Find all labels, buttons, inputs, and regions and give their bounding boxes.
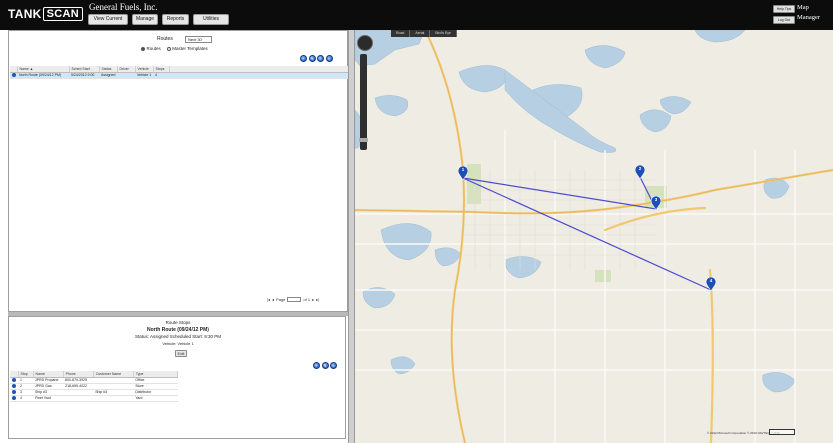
map-tab-road[interactable]: Road	[391, 30, 411, 37]
add-route-icon[interactable]: +	[300, 55, 307, 62]
nav-view-current-button[interactable]: View Current	[88, 14, 128, 25]
add-stop-icon[interactable]: +	[313, 362, 320, 369]
page-number-input[interactable]	[287, 297, 302, 302]
map-tab-birds-eye[interactable]: Bird's Eye	[430, 30, 457, 37]
stop-marker-icon	[12, 378, 16, 383]
map-pin-2[interactable]: 2	[635, 165, 645, 179]
map-scale-bar	[769, 429, 795, 435]
logo-text-tank: TANK	[8, 7, 42, 21]
map-view[interactable]: Road Aerial Bird's Eye 1 2 3 4 © 2012 Mi…	[355, 30, 833, 443]
edit-stop-icon[interactable]: ✎	[321, 362, 329, 369]
routes-filter-select[interactable]: Next 30	[185, 36, 212, 43]
routes-title: Routes	[157, 36, 173, 42]
route-name-heading: North Route (09/24/12 PM)	[147, 327, 209, 333]
logo-text-scan: SCAN	[42, 7, 84, 21]
stops-table: Stop Name Phone Customer Name Type 1 JPRD…	[10, 371, 179, 402]
radio-routes[interactable]: Routes	[141, 46, 161, 51]
route-stops-title: Route Stops	[165, 320, 191, 325]
table-row[interactable]: 4 Fleet Yard Yard	[10, 395, 178, 402]
table-row[interactable]: North Route (09/24/12 PM) 9/24/2012 9:00…	[10, 72, 348, 79]
map-type-tabs: Road Aerial Bird's Eye	[391, 30, 457, 37]
routes-action-buttons: + ✎ ≡ ×	[300, 55, 333, 62]
nav-manage-button[interactable]: Manage	[132, 14, 158, 25]
map-tab-aerial[interactable]: Aerial	[410, 30, 431, 37]
copy-route-icon[interactable]: ≡	[317, 55, 324, 62]
map-canvas[interactable]	[355, 30, 833, 443]
map-pin-4[interactable]: 4	[706, 277, 716, 291]
map-pan-compass-icon[interactable]	[357, 35, 373, 51]
route-vehicle-line: Vehicle: Vehicle 1	[162, 341, 194, 346]
map-label: Map	[797, 4, 809, 11]
nav-utilities-button[interactable]: Utilities	[193, 14, 229, 25]
routes-panel: Routes Next 30 Routes Master Templates +…	[8, 30, 348, 312]
edit-route-icon[interactable]: ✎	[308, 55, 316, 62]
routes-table: Name ▲ Sched Start Status Driver Vehicle…	[10, 66, 348, 79]
map-pin-3[interactable]: 3	[651, 196, 661, 210]
route-path	[462, 176, 712, 291]
edit-route-button[interactable]: Edit	[175, 350, 187, 357]
top-bar: TANK SCAN General Fuels, Inc. View Curre…	[0, 0, 833, 30]
prev-page-icon[interactable]: ◂	[272, 297, 274, 302]
next-page-icon[interactable]: ▸	[312, 297, 314, 302]
route-stops-panel: Route Stops North Route (09/24/12 PM) St…	[8, 316, 346, 439]
routes-pager: |◂ ◂ Page of 1 ▸ ▸|	[267, 297, 320, 302]
route-status-icon	[12, 73, 16, 78]
manager-label: Manager	[797, 14, 821, 21]
map-splitter[interactable]	[348, 30, 355, 443]
stop-marker-icon	[12, 390, 16, 395]
stop-marker-icon	[12, 396, 16, 401]
stop-marker-icon	[12, 384, 16, 389]
delete-stop-icon[interactable]: ×	[330, 362, 337, 369]
radio-master-templates[interactable]: Master Templates	[166, 46, 208, 51]
map-zoom-knob[interactable]	[359, 138, 368, 142]
routes-radio-group: Routes Master Templates	[141, 46, 208, 51]
map-pin-1[interactable]: 1	[458, 166, 468, 180]
nav-reports-button[interactable]: Reports	[162, 14, 189, 25]
stops-action-buttons: + ✎ ×	[313, 362, 337, 369]
first-page-icon[interactable]: |◂	[267, 297, 270, 302]
tankscan-logo: TANK SCAN	[8, 7, 84, 21]
delete-route-icon[interactable]: ×	[325, 55, 333, 62]
map-zoom-slider[interactable]	[360, 54, 367, 150]
route-status-line: Status: Assigned Scheduled Start: 9:30 P…	[134, 334, 222, 339]
company-name: General Fuels, Inc.	[89, 2, 158, 12]
help-tips-button[interactable]: Help Tips	[773, 5, 795, 13]
log-out-button[interactable]: Log Out	[773, 16, 795, 24]
last-page-icon[interactable]: ▸|	[316, 297, 319, 302]
